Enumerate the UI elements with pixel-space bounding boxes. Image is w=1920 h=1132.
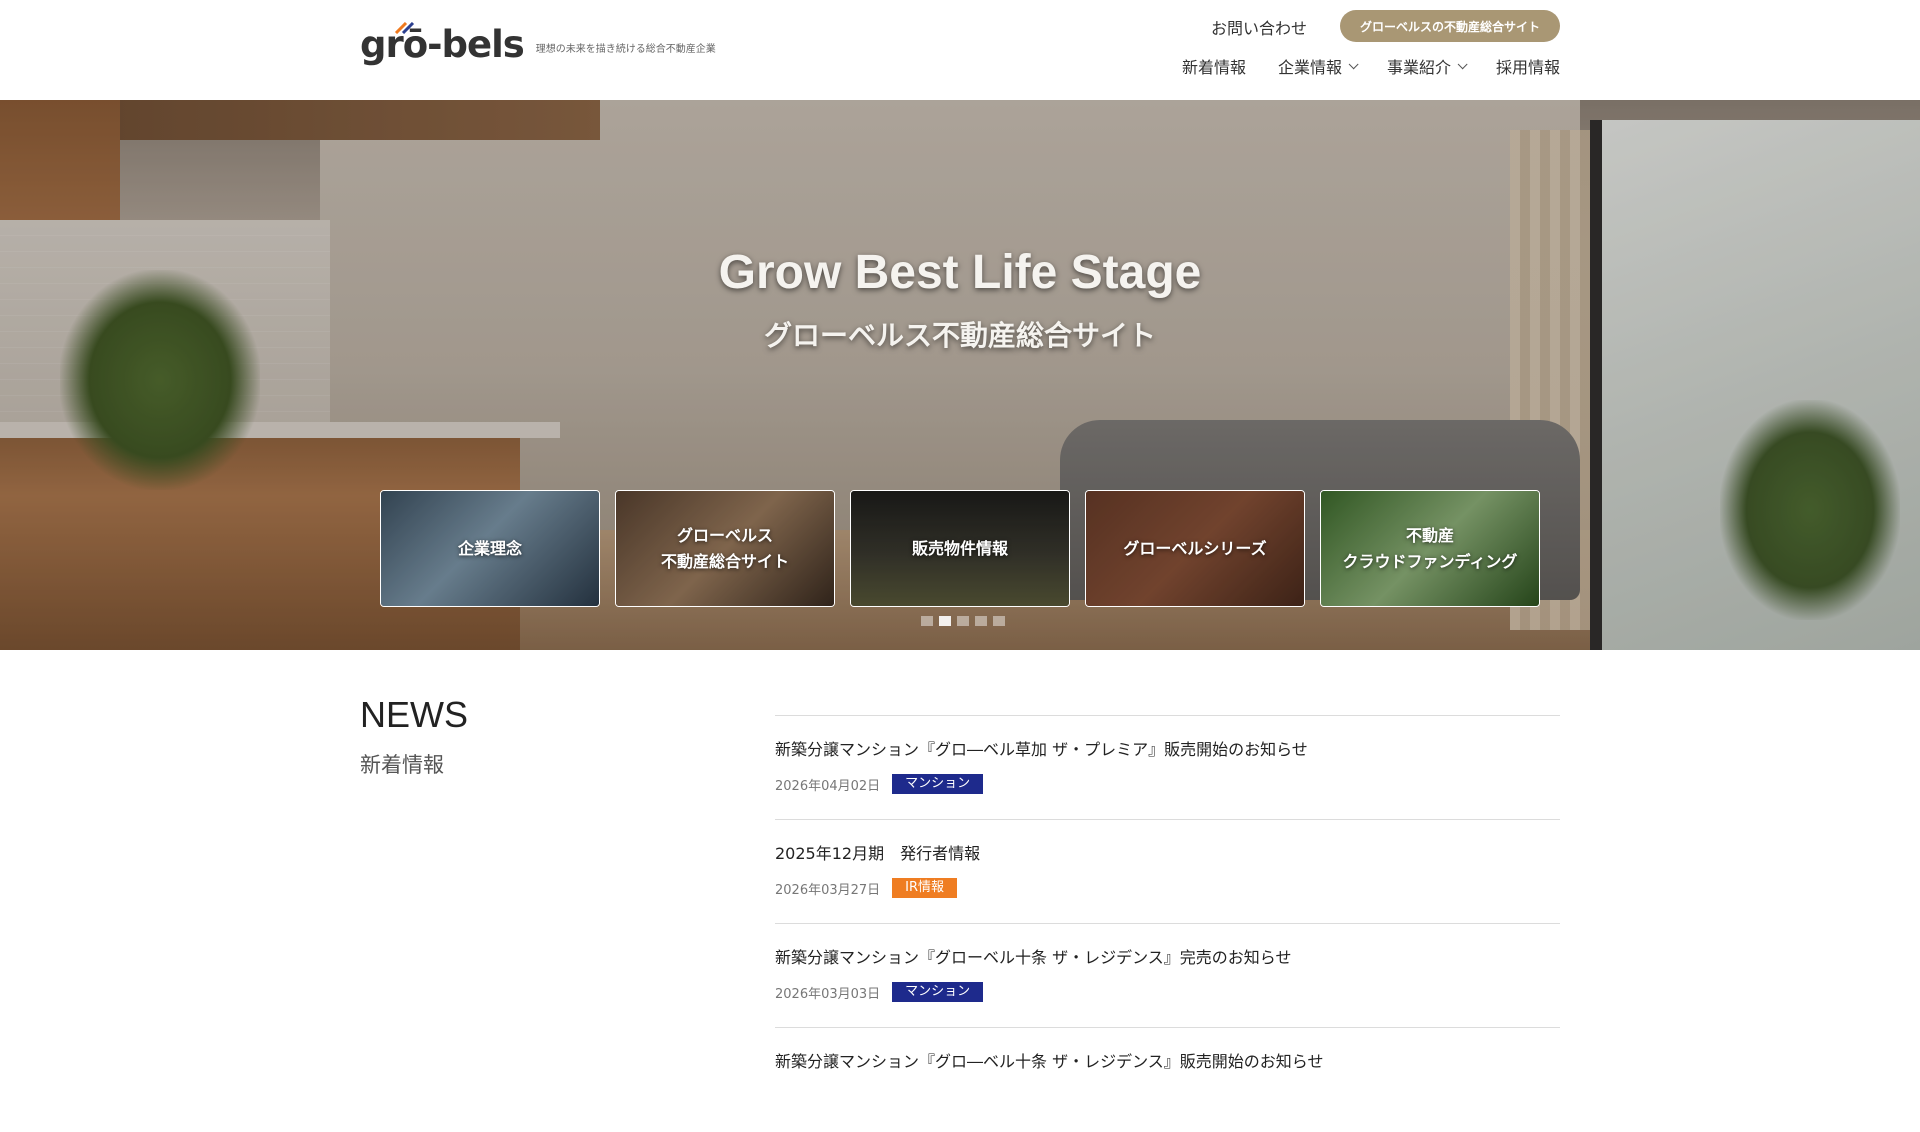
news-item[interactable]: 2025年12月期 発行者情報 2026年03月27日 IR情報 xyxy=(775,820,1560,924)
news-date: 2026年04月02日 xyxy=(775,778,881,794)
site-logo[interactable]: grō-bels 理想の未来を描き続ける総合不動産企業 xyxy=(360,22,716,66)
news-item[interactable]: 新築分譲マンション『グローベル十条 ザ・レジデンス』完売のお知らせ 2026年0… xyxy=(775,924,1560,1028)
logo-accent-icon xyxy=(394,22,415,34)
news-heading-en: NEWS xyxy=(360,694,468,735)
hero-subtitle: グローベルス不動産総合サイト xyxy=(763,319,1156,352)
category-badge: IR情報 xyxy=(892,878,958,898)
card-label: 企業理念 xyxy=(457,538,522,558)
news-meta: 2026年03月27日 IR情報 xyxy=(775,878,1560,898)
card-label: 販売物件情報 xyxy=(911,538,1008,558)
slider-pagination xyxy=(921,616,1005,626)
card-label: 不動産 クラウドファンディング xyxy=(1342,525,1518,571)
nav-item-label: 企業情報 xyxy=(1277,58,1342,77)
news-title: 新築分譲マンション『グロ―ベル草加 ザ・プレミア』販売開始のお知らせ xyxy=(775,740,1308,759)
hero-title: Grow Best Life Stage xyxy=(718,246,1202,299)
news-heading-ja: 新着情報 xyxy=(360,753,444,777)
news-item[interactable]: 新築分譲マンション『グロ―ベル十条 ザ・レジデンス』販売開始のお知らせ xyxy=(775,1028,1560,1132)
news-date: 2026年03月03日 xyxy=(775,986,881,1002)
global-nav: 新着情報 企業情報 事業紹介 採用情報 xyxy=(1182,54,1560,78)
card-series[interactable]: グローベルシリーズ xyxy=(1085,490,1305,607)
news-list: 新築分譲マンション『グロ―ベル草加 ザ・プレミア』販売開始のお知らせ 2026年… xyxy=(775,715,1560,1132)
site-header: grō-bels 理想の未来を描き続ける総合不動産企業 お問い合わせ グローベル… xyxy=(0,0,1920,100)
slider-dot[interactable] xyxy=(957,616,969,626)
logo-tagline: 理想の未来を描き続ける総合不動産企業 xyxy=(535,44,716,55)
nav-item-label: 採用情報 xyxy=(1495,58,1560,77)
news-date: 2026年03月27日 xyxy=(775,882,881,898)
nav-item-news[interactable]: 新着情報 xyxy=(1182,54,1246,78)
news-meta: 2026年04月02日 マンション xyxy=(775,774,1560,794)
portal-site-button[interactable]: グローベルスの不動産総合サイト xyxy=(1340,10,1560,42)
card-label: グローベルス 不動産総合サイト xyxy=(660,525,789,571)
nav-item-recruit[interactable]: 採用情報 xyxy=(1496,54,1560,78)
card-philosophy[interactable]: 企業理念 xyxy=(380,490,600,607)
card-label: グローベルシリーズ xyxy=(1123,538,1267,558)
card-crowdfunding[interactable]: 不動産 クラウドファンディング xyxy=(1320,490,1540,607)
news-meta: 2026年03月03日 マンション xyxy=(775,982,1560,1002)
news-title: 新築分譲マンション『グロ―ベル十条 ザ・レジデンス』販売開始のお知らせ xyxy=(775,1052,1324,1071)
chevron-down-icon xyxy=(1348,58,1359,69)
news-item[interactable]: 新築分譲マンション『グロ―ベル草加 ザ・プレミア』販売開始のお知らせ 2026年… xyxy=(775,716,1560,820)
nav-item-business[interactable]: 事業紹介 xyxy=(1386,54,1468,78)
hero-card-row: 企業理念 グローベルス 不動産総合サイト 販売物件情報 グローベルシリーズ 不動… xyxy=(380,490,1540,607)
slider-dot-active[interactable] xyxy=(939,616,951,626)
news-title: 新築分譲マンション『グローベル十条 ザ・レジデンス』完売のお知らせ xyxy=(775,948,1292,967)
slider-dot[interactable] xyxy=(993,616,1005,626)
category-badge: マンション xyxy=(892,982,984,1002)
nav-item-label: 新着情報 xyxy=(1181,58,1246,77)
logo-wordmark: grō-bels xyxy=(360,23,525,66)
hero-slider: Grow Best Life Stage グローベルス不動産総合サイト 企業理念… xyxy=(0,100,1920,650)
news-title: 2025年12月期 発行者情報 xyxy=(775,844,981,863)
card-portal-site[interactable]: グローベルス 不動産総合サイト xyxy=(615,490,835,607)
category-badge: マンション xyxy=(892,774,984,794)
contact-link[interactable]: お問い合わせ xyxy=(1211,15,1307,39)
slider-dot[interactable] xyxy=(921,616,933,626)
slider-dot[interactable] xyxy=(975,616,987,626)
news-heading: NEWS 新着情報 xyxy=(360,697,468,779)
card-properties[interactable]: 販売物件情報 xyxy=(850,490,1070,607)
nav-item-label: 事業紹介 xyxy=(1386,58,1451,77)
chevron-down-icon xyxy=(1457,58,1468,69)
nav-item-company[interactable]: 企業情報 xyxy=(1277,54,1359,78)
